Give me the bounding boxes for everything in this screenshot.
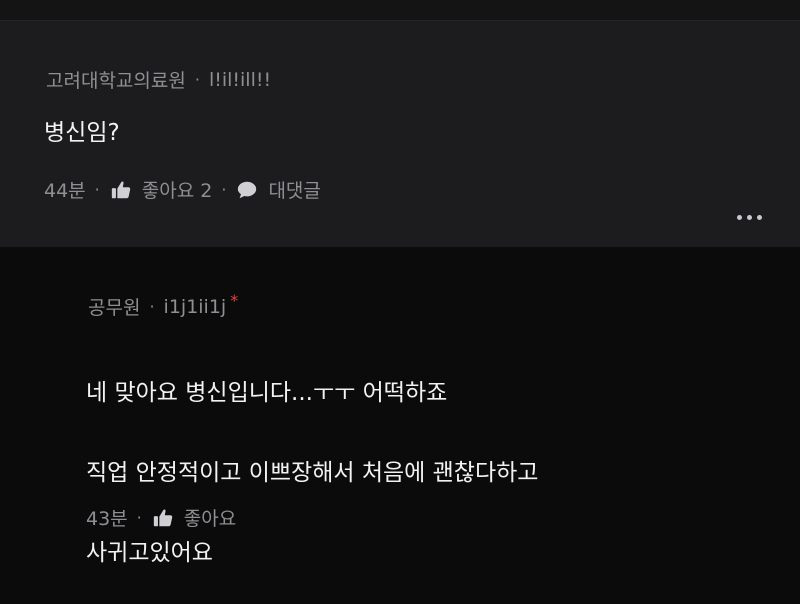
comment-card: 고려대학교의료원 · l!il!ill!! 병신임? 44분 · 좋아요 2 ·…: [0, 21, 800, 247]
thumbs-up-icon: [151, 506, 175, 530]
like-label: 좋아요: [183, 508, 237, 530]
reply-body: 네 맞아요 병신입니다...ㅜㅜ 어떡하죠 직업 안정적이고 이쁘장해서 처음에…: [86, 342, 538, 604]
speech-bubble-icon: [235, 178, 259, 202]
reply-button[interactable]: 대댓글: [235, 176, 321, 203]
reply-body-line: 네 맞아요 병신입니다...ㅜㅜ 어떡하죠: [86, 380, 448, 406]
comment-body: 병신임?: [44, 120, 120, 146]
comment-author[interactable]: 고려대학교의료원: [46, 66, 186, 93]
reply-author[interactable]: 공무원: [88, 293, 140, 320]
reply-actions: 43분 · 좋아요: [86, 504, 236, 531]
reply-card: 공무원 · i1j1ii1j * 네 맞아요 병신입니다...ㅜㅜ 어떡하죠 직…: [0, 247, 800, 577]
reply-label: 대댓글: [268, 180, 321, 202]
thumbs-up-icon: [109, 178, 133, 202]
reply-time: 43분: [86, 508, 128, 530]
action-separator: ·: [221, 180, 227, 199]
meta-separator: ·: [149, 297, 155, 316]
meta-separator: ·: [194, 70, 200, 89]
author-mark: *: [230, 291, 239, 310]
more-options-icon[interactable]: [735, 211, 764, 224]
reply-meta: 공무원 · i1j1ii1j *: [88, 291, 239, 320]
action-separator: ·: [136, 508, 142, 527]
comment-actions: 44분 · 좋아요 2 · 대댓글: [44, 176, 321, 203]
reply-nickname[interactable]: i1j1ii1j: [164, 296, 227, 318]
comment-meta: 고려대학교의료원 · l!il!ill!!: [46, 66, 271, 93]
like-button[interactable]: 좋아요 2: [109, 176, 213, 203]
action-separator: ·: [94, 180, 100, 199]
comment-nickname[interactable]: l!il!ill!!: [209, 69, 271, 91]
comment-time: 44분: [44, 180, 86, 202]
reply-body-line: 사귀고있어요: [86, 540, 213, 566]
reply-body-line: 직업 안정적이고 이쁘장해서 처음에 괜찮다하고: [86, 460, 539, 486]
like-label: 좋아요 2: [141, 180, 213, 202]
reply-like-button[interactable]: 좋아요: [151, 504, 236, 531]
top-divider-strip: [0, 0, 800, 21]
